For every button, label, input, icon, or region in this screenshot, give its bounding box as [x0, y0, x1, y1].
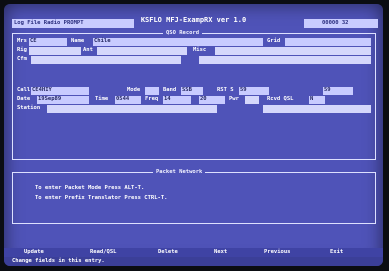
pwr-label: Pwr — [229, 96, 239, 102]
rst-label: RST S — [217, 87, 234, 93]
qsl-label: Rcvd QSL — [267, 96, 294, 102]
name-field[interactable]: Chile — [93, 38, 263, 46]
time-value: 0544 — [116, 96, 130, 102]
mrs-field[interactable]: CE — [29, 38, 67, 46]
ant-field[interactable] — [97, 47, 187, 55]
pwr-field[interactable] — [245, 96, 259, 104]
packet-network-panel: Packet Network To enter Packet Mode Pres… — [12, 169, 376, 224]
status-line: Change fields in this entry. — [4, 257, 383, 266]
exit-button[interactable]: Exit — [330, 249, 343, 255]
name-value: Chile — [94, 38, 111, 44]
rst-sent-field[interactable]: 59 — [239, 87, 269, 95]
read-qsl-button[interactable]: Read/QSL — [90, 249, 117, 255]
mrs-label: Mrs — [17, 38, 27, 44]
freq-field[interactable]: 14 — [163, 96, 191, 104]
mode-field[interactable]: SSB — [181, 87, 203, 95]
top-menu[interactable]: Log File Radio PROMPT — [12, 19, 134, 28]
freq-label: Freq — [145, 96, 159, 102]
update-button[interactable]: Update — [24, 249, 44, 255]
station-field[interactable] — [47, 105, 217, 113]
misc-field[interactable] — [215, 47, 371, 55]
qsl-field[interactable]: N — [309, 96, 325, 104]
call-field[interactable]: CE4HIY — [31, 87, 89, 95]
mrs-value: CE — [30, 38, 37, 44]
qso-record-panel: QSO Record Mrs CE Name Chile Grid Rig An… — [12, 30, 376, 160]
packet-line-2: To enter Prefix Translator Press CTRL-T. — [35, 195, 168, 201]
title-bar: KSFLO MFJ-ExampRX ver 1.0 — [4, 7, 383, 24]
previous-button[interactable]: Previous — [264, 249, 291, 255]
name-label: Name — [71, 38, 85, 44]
terminal-screen: KSFLO MFJ-ExampRX ver 1.0 Log File Radio… — [4, 4, 383, 266]
date-field[interactable]: 19Sep89 — [37, 96, 89, 104]
qsl-value: N — [310, 96, 314, 102]
record-counter: 00000 32 — [304, 19, 378, 28]
status-text: Change fields in this entry. — [12, 258, 105, 264]
rig-field[interactable] — [29, 47, 81, 55]
band-field[interactable]: 20 — [199, 96, 225, 104]
band-label: Band — [163, 87, 177, 93]
cfm-extra-field[interactable] — [199, 56, 371, 64]
call-label: Call — [17, 87, 31, 93]
function-key-bar: Update Read/QSL Delete Next Previous Exi… — [4, 248, 383, 257]
app-title: KSFLO MFJ-ExampRX ver 1.0 — [140, 16, 247, 24]
station-extra-field[interactable] — [263, 105, 371, 113]
mode-label: Mode — [127, 87, 141, 93]
cfm-label: Cfm — [17, 56, 27, 62]
grid-label: Grid — [267, 38, 281, 44]
date-label: Date — [17, 96, 31, 102]
rig-label: Rig — [17, 47, 27, 53]
delete-button[interactable]: Delete — [158, 249, 178, 255]
time-field[interactable]: 0544 — [115, 96, 141, 104]
band-value: 20 — [200, 96, 207, 102]
misc-label: Misc — [193, 47, 207, 53]
mode-indicator[interactable] — [145, 87, 159, 95]
rst-sent-value: 59 — [240, 87, 247, 93]
call-value: CE4HIY — [32, 87, 52, 93]
rst-rcvd-field[interactable]: 59 — [323, 87, 353, 95]
time-label: Time — [95, 96, 109, 102]
freq-value: 14 — [164, 96, 171, 102]
cfm-field[interactable] — [31, 56, 181, 64]
menu-label[interactable]: Log File Radio PROMPT — [14, 20, 84, 27]
next-button[interactable]: Next — [214, 249, 227, 255]
record-counter-value: 00000 32 — [322, 20, 349, 26]
packet-panel-title: Packet Network — [153, 169, 206, 176]
date-value: 19Sep89 — [38, 96, 62, 102]
packet-line-1: To enter Packet Mode Press ALT-T. — [35, 185, 145, 191]
station-label: Station — [17, 105, 41, 111]
mode-value: SSB — [182, 87, 192, 93]
ant-label: Ant — [83, 47, 93, 53]
grid-field[interactable] — [285, 38, 371, 46]
rst-rcvd-value: 59 — [324, 87, 331, 93]
qso-panel-title: QSO Record — [163, 30, 203, 37]
